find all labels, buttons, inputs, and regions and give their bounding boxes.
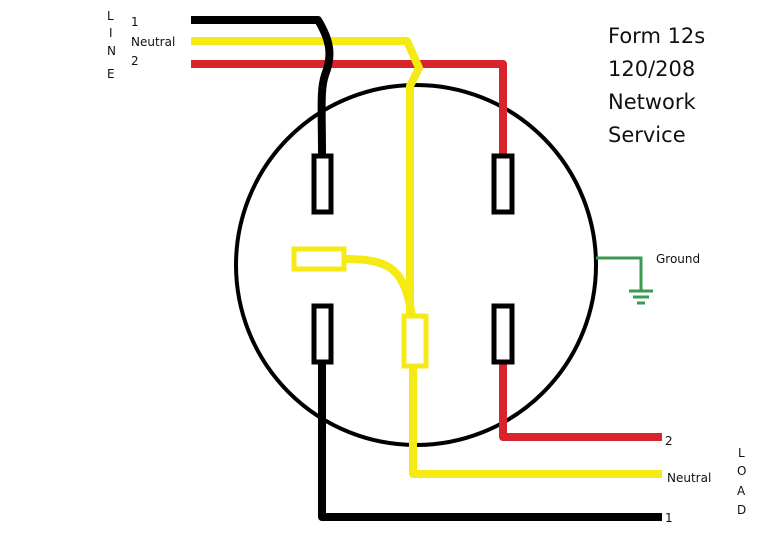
load-terminal-1-label: 1 xyxy=(665,511,673,525)
load-terminal-neutral-label: Neutral xyxy=(667,471,711,485)
line-label-letter: L xyxy=(107,9,114,23)
line-2-wire xyxy=(191,60,662,441)
line-terminal-neutral-label: Neutral xyxy=(131,35,175,49)
ground-label: Ground xyxy=(656,252,700,266)
load-terminal-2-label: 2 xyxy=(665,434,673,448)
title-line: Service xyxy=(608,123,686,147)
line-terminal-2-label: 2 xyxy=(131,54,139,68)
line-label-letter: I xyxy=(109,26,113,40)
line-1-wire xyxy=(191,16,662,521)
neutral-jaw-bottom xyxy=(401,313,429,369)
title-line: Network xyxy=(608,90,697,114)
neutral-jaw-left xyxy=(291,246,347,272)
load-label-letter: A xyxy=(737,484,746,498)
load-label-letter: L xyxy=(738,446,745,460)
title-line: Form 12s xyxy=(608,24,705,48)
title-line: 120/208 xyxy=(608,57,695,81)
jaw-line1-top xyxy=(311,153,334,215)
line-label-letter: E xyxy=(107,67,115,81)
wiring-diagram: L I N E 1 Neutral 2 Form 12s 120/208 Net… xyxy=(107,9,746,525)
jaw-line2-top xyxy=(491,153,515,215)
jaw-line2-bottom xyxy=(491,303,515,365)
ground-connection xyxy=(596,256,653,305)
neutral-wire xyxy=(191,37,662,478)
jaw-line1-bottom xyxy=(311,303,334,365)
load-label-letter: O xyxy=(737,464,746,478)
line-label-letter: N xyxy=(107,44,116,58)
line-terminal-1-label: 1 xyxy=(131,15,139,29)
load-label-letter: D xyxy=(737,503,746,517)
